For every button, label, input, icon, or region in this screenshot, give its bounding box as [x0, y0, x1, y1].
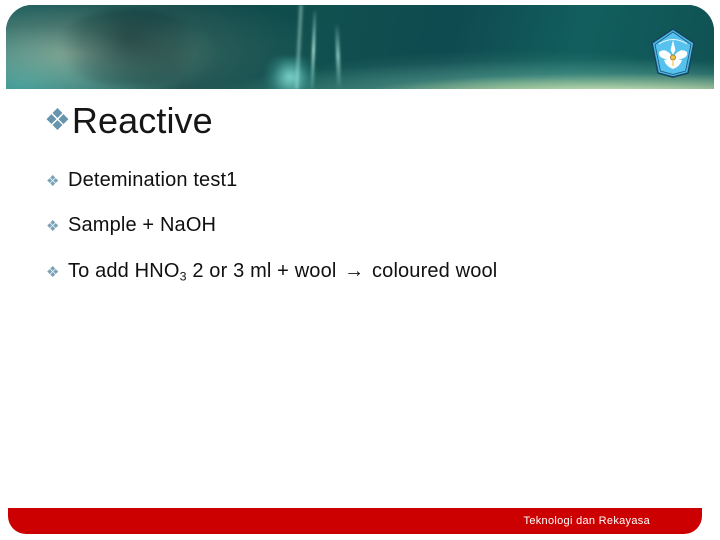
tut-wuri-handayani-logo-icon: [650, 28, 696, 78]
bullet-text: Sample + NaOH: [68, 214, 217, 237]
banner-glow: [258, 57, 322, 89]
banner-shadow-blob: [54, 9, 204, 85]
bullet-marker-icon: ❖: [46, 263, 60, 281]
footer-text: Teknologi dan Rekayasa: [523, 515, 650, 527]
bullet-marker-icon: ❖: [46, 218, 60, 236]
presentation-slide: ❖ Reactive ❖ Detemination test1 ❖ Sample…: [0, 0, 720, 540]
bullet-marker-icon: ❖: [46, 173, 60, 190]
right-arrow-icon: →: [344, 259, 365, 282]
bullet-text: To add HNO3 2 or 3 ml + wool → coloured …: [68, 259, 498, 284]
list-item: ❖ Sample + NaOH: [46, 214, 696, 236]
slide-title: ❖ Reactive: [44, 103, 213, 139]
footer-bar: Teknologi dan Rekayasa: [8, 508, 702, 534]
chemical-subscript: 3: [179, 269, 187, 284]
list-item: ❖ Detemination test1: [46, 169, 696, 191]
bullet-text: Detemination test1: [68, 169, 238, 191]
title-text: Reactive: [71, 100, 213, 141]
title-bullet-icon: ❖: [44, 104, 71, 137]
bullet-list: ❖ Detemination test1 ❖ Sample + NaOH ❖ T…: [46, 169, 696, 307]
list-item: ❖ To add HNO3 2 or 3 ml + wool → coloure…: [46, 260, 696, 284]
header-banner-image: [6, 5, 714, 89]
